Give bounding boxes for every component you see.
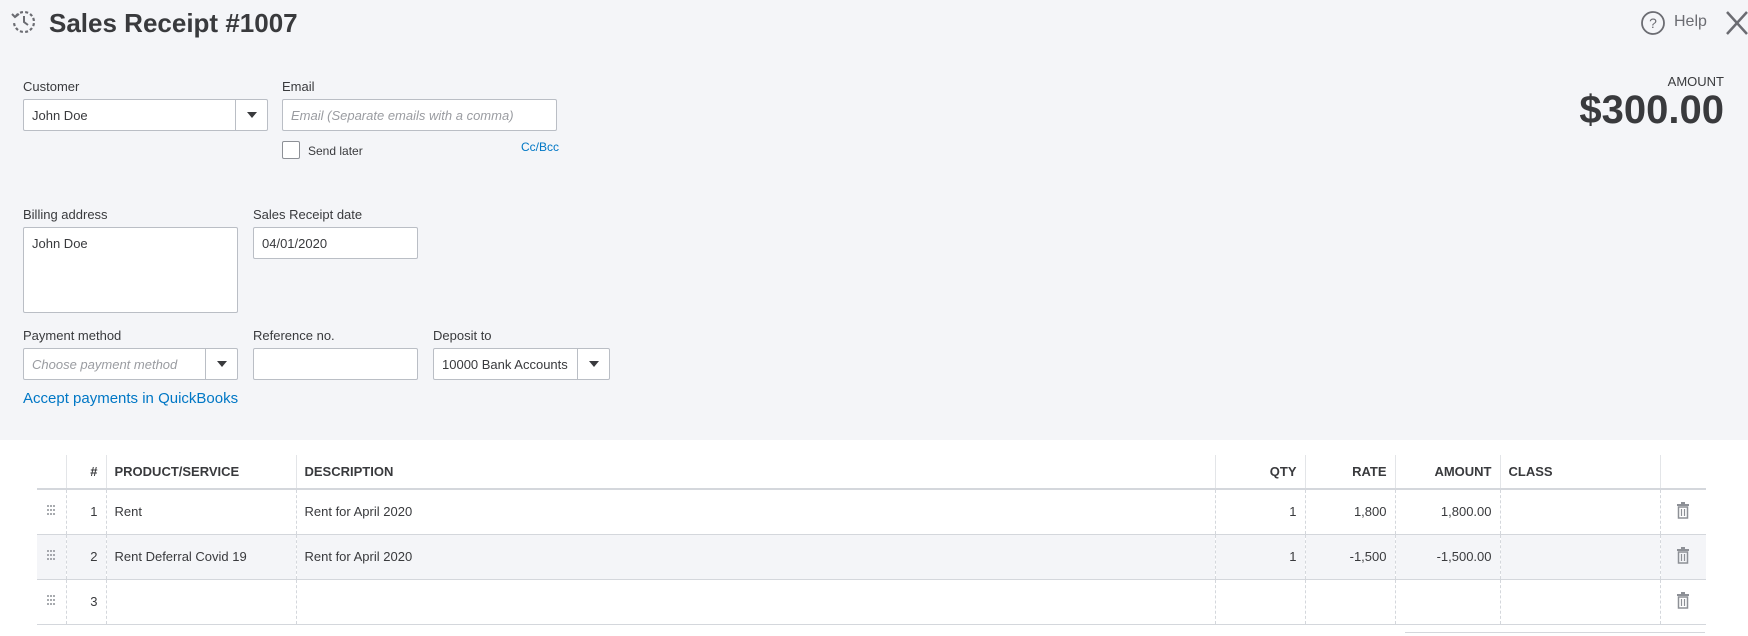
svg-text:?: ? (1649, 15, 1657, 31)
qty-cell[interactable]: 1 (1215, 534, 1306, 580)
amount-total: $300.00 (1579, 88, 1724, 132)
drag-handle[interactable] (37, 579, 67, 625)
close-icon[interactable] (1724, 8, 1748, 38)
customer-dropdown-button[interactable] (235, 100, 267, 130)
customer-value: John Doe (32, 107, 88, 123)
payment-method-label: Payment method (23, 328, 122, 343)
class-cell[interactable] (1500, 489, 1661, 535)
trash-icon (1677, 591, 1690, 609)
column-header-num: # (66, 455, 107, 490)
table-header-row: # PRODUCT/SERVICE DESCRIPTION QTY RATE A… (37, 455, 1706, 490)
deposit-select[interactable]: 10000 Bank Accounts (433, 348, 610, 380)
billing-address-textarea[interactable]: John Doe (23, 227, 238, 313)
rate-cell[interactable]: 1,800 (1305, 489, 1396, 535)
delete-row-button[interactable] (1660, 579, 1706, 625)
column-header-product: PRODUCT/SERVICE (106, 455, 297, 490)
drag-handle[interactable] (37, 489, 67, 535)
actions-column-header (1660, 455, 1706, 490)
chevron-down-icon (246, 112, 257, 118)
row-number: 1 (66, 489, 107, 535)
reference-label: Reference no. (253, 328, 335, 343)
table-row[interactable]: 1 Rent Rent for April 2020 1 1,800 1,800… (37, 489, 1706, 535)
customer-select[interactable]: John Doe (23, 99, 268, 131)
column-header-qty: QTY (1215, 455, 1306, 490)
payment-method-placeholder: Choose payment method (32, 356, 178, 372)
product-cell[interactable]: Rent (106, 489, 297, 535)
email-input[interactable]: Email (Separate emails with a comma) (282, 99, 557, 131)
class-cell[interactable] (1500, 579, 1661, 625)
rate-cell[interactable]: -1,500 (1305, 534, 1396, 580)
row-number: 2 (66, 534, 107, 580)
description-cell[interactable] (296, 579, 1216, 625)
history-clock-icon[interactable] (10, 8, 38, 36)
delete-row-button[interactable] (1660, 489, 1706, 535)
rate-cell[interactable] (1305, 579, 1396, 625)
drag-handle-icon (47, 505, 56, 516)
row-number: 3 (66, 579, 107, 625)
delete-row-button[interactable] (1660, 534, 1706, 580)
drag-column-header (37, 455, 67, 490)
column-header-description: DESCRIPTION (296, 455, 1216, 490)
deposit-label: Deposit to (433, 328, 492, 343)
product-cell[interactable]: Rent Deferral Covid 19 (106, 534, 297, 580)
class-cell[interactable] (1500, 534, 1661, 580)
qty-cell[interactable]: 1 (1215, 489, 1306, 535)
drag-handle[interactable] (37, 534, 67, 580)
send-later-label: Send later (308, 144, 363, 158)
table-row[interactable]: 3 (37, 579, 1706, 625)
deposit-value: 10000 Bank Accounts (442, 356, 568, 372)
accept-payments-link[interactable]: Accept payments in QuickBooks (23, 390, 238, 407)
payment-method-select[interactable]: Choose payment method (23, 348, 238, 380)
help-circle-icon[interactable]: ? (1640, 10, 1666, 36)
billing-address-label: Billing address (23, 207, 108, 222)
payment-method-dropdown-button[interactable] (205, 349, 237, 379)
receipt-date-input[interactable]: 04/01/2020 (253, 227, 418, 259)
trash-icon (1677, 546, 1690, 564)
description-cell[interactable]: Rent for April 2020 (296, 489, 1216, 535)
product-cell[interactable] (106, 579, 297, 625)
column-header-amount: AMOUNT (1395, 455, 1501, 490)
column-header-class: CLASS (1500, 455, 1661, 490)
page-title: Sales Receipt #1007 (49, 8, 298, 38)
deposit-dropdown-button[interactable] (577, 349, 609, 379)
reference-input[interactable] (253, 348, 418, 380)
line-items-table: # PRODUCT/SERVICE DESCRIPTION QTY RATE A… (37, 455, 1706, 625)
chevron-down-icon (216, 361, 227, 367)
description-cell[interactable]: Rent for April 2020 (296, 534, 1216, 580)
amount-cell[interactable]: 1,800.00 (1395, 489, 1501, 535)
email-label: Email (282, 79, 315, 94)
amount-cell[interactable]: -1,500.00 (1395, 534, 1501, 580)
amount-label: AMOUNT (1667, 74, 1724, 89)
table-row[interactable]: 2 Rent Deferral Covid 19 Rent for April … (37, 534, 1706, 580)
column-header-rate: RATE (1305, 455, 1396, 490)
cc-bcc-link[interactable]: Cc/Bcc (521, 140, 559, 154)
drag-handle-icon (47, 550, 56, 560)
send-later-checkbox[interactable] (282, 141, 300, 159)
qty-cell[interactable] (1215, 579, 1306, 625)
drag-handle-icon (47, 595, 56, 605)
trash-icon (1677, 501, 1690, 519)
receipt-date-label: Sales Receipt date (253, 207, 363, 222)
customer-label: Customer (23, 79, 80, 94)
chevron-down-icon (588, 361, 599, 367)
amount-cell[interactable] (1395, 579, 1501, 625)
help-link[interactable]: Help (1674, 13, 1707, 31)
table-footer-divider (1405, 632, 1705, 633)
